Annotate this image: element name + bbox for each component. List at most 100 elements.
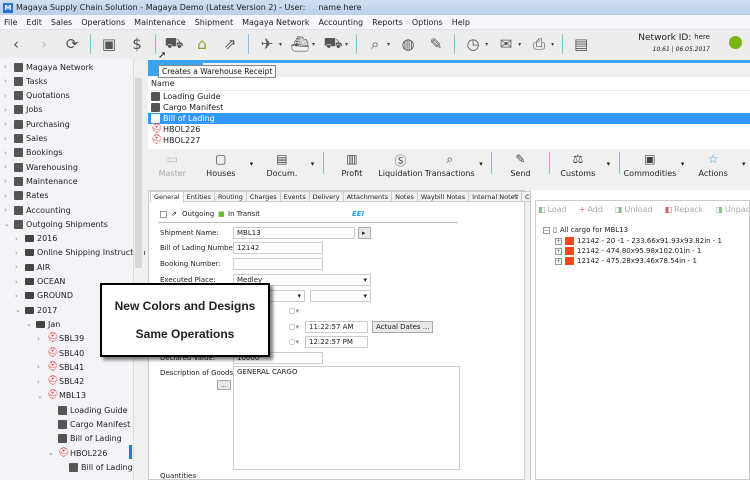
- cargo-release-icon[interactable]: ⇗: [220, 35, 240, 53]
- tab-delivery[interactable]: Delivery: [308, 191, 344, 202]
- list-item[interactable]: Cargo Manifest: [148, 102, 750, 113]
- sidebar-item-quotations[interactable]: › Quotations: [4, 89, 70, 103]
- chevron-right-icon[interactable]: ›: [4, 77, 11, 85]
- tab-attachments[interactable]: Attachments: [342, 191, 393, 202]
- clock-icon[interactable]: ◷: [463, 35, 483, 53]
- profit-button[interactable]: ▥ Profit: [328, 152, 377, 178]
- menu-options[interactable]: Options: [412, 18, 443, 27]
- list-item[interactable]: ⛑ HBOL226: [148, 124, 750, 135]
- dropdown-arrow-icon[interactable]: ▾: [475, 152, 488, 168]
- liquidation-button[interactable]: Ⓢ Liquidation: [376, 152, 425, 178]
- sidebar-item-ocean[interactable]: › OCEAN: [15, 275, 65, 289]
- chevron-right-icon[interactable]: ›: [4, 192, 11, 200]
- column-header-name[interactable]: Name: [148, 77, 750, 91]
- globe-icon[interactable]: ◍: [398, 35, 418, 53]
- actual-dates-button[interactable]: Actual Dates ...: [372, 321, 434, 333]
- cargo-item[interactable]: +12142 - 474.80x95.98x102.01in - 1: [555, 247, 701, 255]
- chevron-right-icon[interactable]: ›: [4, 149, 11, 157]
- tab-entities[interactable]: Entities: [182, 191, 215, 202]
- sidebar-item-rates[interactable]: › Rates: [4, 189, 49, 203]
- menu-operations[interactable]: Operations: [81, 18, 125, 27]
- refresh-icon[interactable]: ⟳: [62, 35, 82, 53]
- chevron-right-icon[interactable]: ›: [15, 292, 22, 300]
- sidebar-item-tasks[interactable]: › Tasks: [4, 74, 47, 88]
- sidebar-item-sbl42[interactable]: › ⛑ SBL42: [37, 375, 84, 389]
- sidebar-item-2016[interactable]: › 2016: [15, 232, 57, 246]
- pickup-order-icon[interactable]: ⛟: [164, 34, 184, 54]
- forward-icon[interactable]: ›: [34, 35, 54, 53]
- ground-shipment-icon[interactable]: ⛟: [323, 34, 343, 54]
- sidebar-item-accounting[interactable]: › Accounting: [4, 203, 71, 217]
- sidebar-item-jobs[interactable]: › Jobs: [4, 103, 43, 117]
- tab-routing[interactable]: Routing: [213, 191, 247, 202]
- sidebar-item-warehousing[interactable]: › Warehousing: [4, 160, 78, 174]
- transactions-button[interactable]: ⌕ Transactions: [425, 152, 475, 178]
- customs-button[interactable]: ⚖ Customs: [554, 152, 603, 178]
- cargo-item[interactable]: +12142 - 20 -1 - 233.66x91.93x93.82in - …: [555, 237, 722, 245]
- sidebar-item-bill-of-lading[interactable]: Bill of Lading: [59, 460, 133, 474]
- more-button[interactable]: ...: [217, 380, 231, 390]
- chevron-right-icon[interactable]: ›: [15, 235, 22, 243]
- tab-charges[interactable]: Charges: [245, 191, 281, 202]
- chevron-right-icon[interactable]: ›: [37, 363, 44, 371]
- ocean-shipment-icon[interactable]: ⛴: [290, 35, 310, 53]
- menu-help[interactable]: Help: [452, 18, 470, 27]
- play-icon[interactable]: ▸: [358, 227, 371, 239]
- chevron-right-icon[interactable]: ›: [4, 163, 11, 171]
- chevron-down-icon[interactable]: ⌄: [26, 320, 33, 328]
- sidebar-item-air[interactable]: › AIR: [15, 260, 50, 274]
- sidebar-item-hbol226[interactable]: ⌄ ⛑ HBOL226: [48, 446, 107, 460]
- booking-input[interactable]: [233, 258, 323, 270]
- dropdown-arrow-icon[interactable]: ▾: [306, 152, 319, 168]
- mail-icon[interactable]: ✉: [496, 35, 516, 53]
- sidebar-item-mbl13[interactable]: ⌄ ⛑ MBL13: [37, 389, 86, 403]
- repack-button[interactable]: ◧ Repack: [665, 205, 704, 214]
- eei-link[interactable]: EEI: [352, 210, 364, 218]
- chevron-down-icon[interactable]: ⌄: [4, 220, 11, 228]
- list-item[interactable]: Loading Guide: [148, 91, 750, 102]
- calendar-icon[interactable]: ▢▾: [289, 307, 299, 315]
- description-textarea[interactable]: GENERAL CARGO: [233, 366, 460, 470]
- sidebar-scroll-thumb[interactable]: [135, 78, 142, 268]
- menu-maintenance[interactable]: Maintenance: [134, 18, 186, 27]
- tab-general[interactable]: General: [150, 191, 184, 203]
- chevron-right-icon[interactable]: ›: [4, 206, 11, 214]
- dropdown-arrow-icon[interactable]: ▾: [676, 152, 689, 168]
- chevron-right-icon[interactable]: ›: [4, 106, 11, 114]
- chevron-right-icon[interactable]: ›: [37, 378, 44, 386]
- bill-icon[interactable]: $: [127, 35, 147, 53]
- menu-magaya-network[interactable]: Magaya Network: [242, 18, 309, 27]
- cargo-item[interactable]: +12142 - 475.28x93.46x78.54in - 1: [555, 257, 697, 265]
- time-input-2[interactable]: 12:22:57 PM: [305, 336, 368, 348]
- chevron-down-icon[interactable]: ⌄: [48, 449, 55, 457]
- calendar-icon[interactable]: ▢▾: [289, 338, 299, 346]
- tab-scroll-icon[interactable]: ◂▸: [513, 192, 519, 199]
- docum-button[interactable]: ▤ Docum.: [258, 152, 307, 178]
- chevron-right-icon[interactable]: ›: [4, 135, 11, 143]
- add-button[interactable]: + Add: [579, 205, 603, 214]
- tab-waybill-notes[interactable]: Waybill Notes: [416, 191, 470, 202]
- calendar-icon[interactable]: ▢▾: [289, 323, 299, 331]
- send-button[interactable]: ✎ Send: [496, 152, 545, 178]
- sidebar-item-magaya-network[interactable]: › Magaya Network: [4, 60, 93, 74]
- tab-events[interactable]: Events: [279, 191, 310, 202]
- time-input-1[interactable]: 11:22:57 AM: [305, 321, 368, 333]
- commodities-button[interactable]: ▣ Commodities: [624, 152, 677, 178]
- actions-button[interactable]: ☆ Actions: [689, 152, 738, 178]
- warehouse-receipt-icon[interactable]: ⌂: [192, 35, 212, 53]
- chevron-right-icon[interactable]: ›: [4, 92, 11, 100]
- sidebar-item-sbl39[interactable]: › ⛑ SBL39: [37, 332, 84, 346]
- chevron-right-icon[interactable]: ›: [4, 120, 11, 128]
- chevron-right-icon[interactable]: ›: [15, 278, 22, 286]
- menu-edit[interactable]: Edit: [26, 18, 42, 27]
- back-icon[interactable]: ‹: [6, 35, 26, 53]
- shipment-name-input[interactable]: MBL13: [233, 227, 355, 239]
- sidebar-item-ground[interactable]: › GROUND: [15, 289, 73, 303]
- invoice-icon[interactable]: ▣: [99, 35, 119, 53]
- menu-sales[interactable]: Sales: [51, 18, 72, 27]
- layout-icon[interactable]: ▤: [571, 35, 591, 53]
- houses-button[interactable]: ▢ Houses: [197, 152, 246, 178]
- dropdown-arrow-icon[interactable]: ▾: [602, 152, 615, 168]
- expand-icon[interactable]: +: [555, 237, 562, 245]
- notes-icon[interactable]: ✎: [426, 35, 446, 53]
